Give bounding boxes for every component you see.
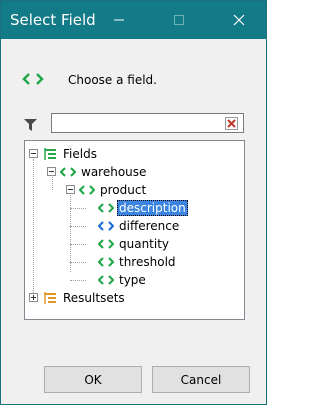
field-green-icon — [79, 185, 95, 195]
tree-leaf-label: description — [117, 200, 188, 216]
tree-leaf-quantity[interactable]: quantity — [98, 235, 171, 253]
tree-leaf-threshold[interactable]: threshold — [98, 253, 178, 271]
tree-branch-icon — [44, 148, 56, 160]
tree-leaf-label: difference — [119, 219, 180, 233]
tree-connector — [70, 280, 86, 281]
tree-connector — [52, 177, 53, 190]
minimize-icon — [113, 19, 124, 21]
maximize-icon — [173, 15, 184, 25]
expand-toggle[interactable] — [29, 293, 38, 302]
field-green-icon — [22, 73, 44, 85]
filter-field[interactable] — [51, 113, 244, 133]
tree-connector — [70, 226, 86, 227]
collapse-toggle[interactable] — [47, 167, 56, 176]
resultsets-icon — [44, 292, 56, 304]
collapse-toggle[interactable] — [29, 149, 38, 158]
tree-node-warehouse[interactable]: warehouse — [60, 163, 148, 181]
close-button[interactable] — [216, 1, 261, 39]
tree-leaf-label: threshold — [119, 255, 176, 269]
tree-connector — [70, 208, 86, 209]
tree-node-fields[interactable]: Fields — [42, 145, 99, 163]
tree-leaf-description[interactable]: description — [98, 199, 188, 217]
tree-node-label: warehouse — [81, 165, 147, 179]
tree-connector — [70, 262, 86, 263]
field-tree[interactable]: Fields warehouse product description dif… — [24, 140, 245, 320]
tree-connector — [33, 159, 34, 299]
title-bar[interactable]: Select Field — [1, 1, 266, 39]
tree-leaf-type[interactable]: type — [98, 271, 148, 289]
field-green-icon — [98, 257, 114, 267]
maximize-button — [156, 1, 201, 39]
ok-button[interactable]: OK — [44, 366, 142, 393]
clear-icon — [225, 117, 238, 130]
tree-node-product[interactable]: product — [79, 181, 148, 199]
select-field-dialog: Select Field Choose a field. Fields ware… — [0, 0, 267, 405]
tree-node-label: product — [100, 183, 147, 197]
window-title: Select Field — [10, 11, 96, 29]
clear-filter-button[interactable] — [224, 116, 239, 131]
tree-connector — [70, 195, 71, 272]
tree-leaf-label: type — [119, 273, 146, 287]
filter-input[interactable] — [54, 115, 220, 131]
tree-connector — [70, 244, 86, 245]
filter-icon — [24, 119, 37, 131]
tree-node-label: Resultsets — [63, 291, 125, 305]
field-green-icon — [98, 203, 114, 213]
tree-leaf-difference[interactable]: difference — [98, 217, 181, 235]
tree-node-label: Fields — [63, 147, 97, 161]
close-icon — [233, 14, 244, 26]
collapse-toggle[interactable] — [66, 185, 75, 194]
field-blue-icon — [98, 221, 114, 231]
instruction-text: Choose a field. — [68, 73, 157, 87]
tree-node-resultsets[interactable]: Resultsets — [42, 289, 127, 307]
tree-leaf-label: quantity — [119, 237, 170, 251]
cancel-button[interactable]: Cancel — [152, 366, 250, 393]
field-green-icon — [98, 239, 114, 249]
field-green-icon — [98, 275, 114, 285]
field-green-icon — [60, 167, 76, 177]
minimize-button[interactable] — [96, 1, 141, 39]
